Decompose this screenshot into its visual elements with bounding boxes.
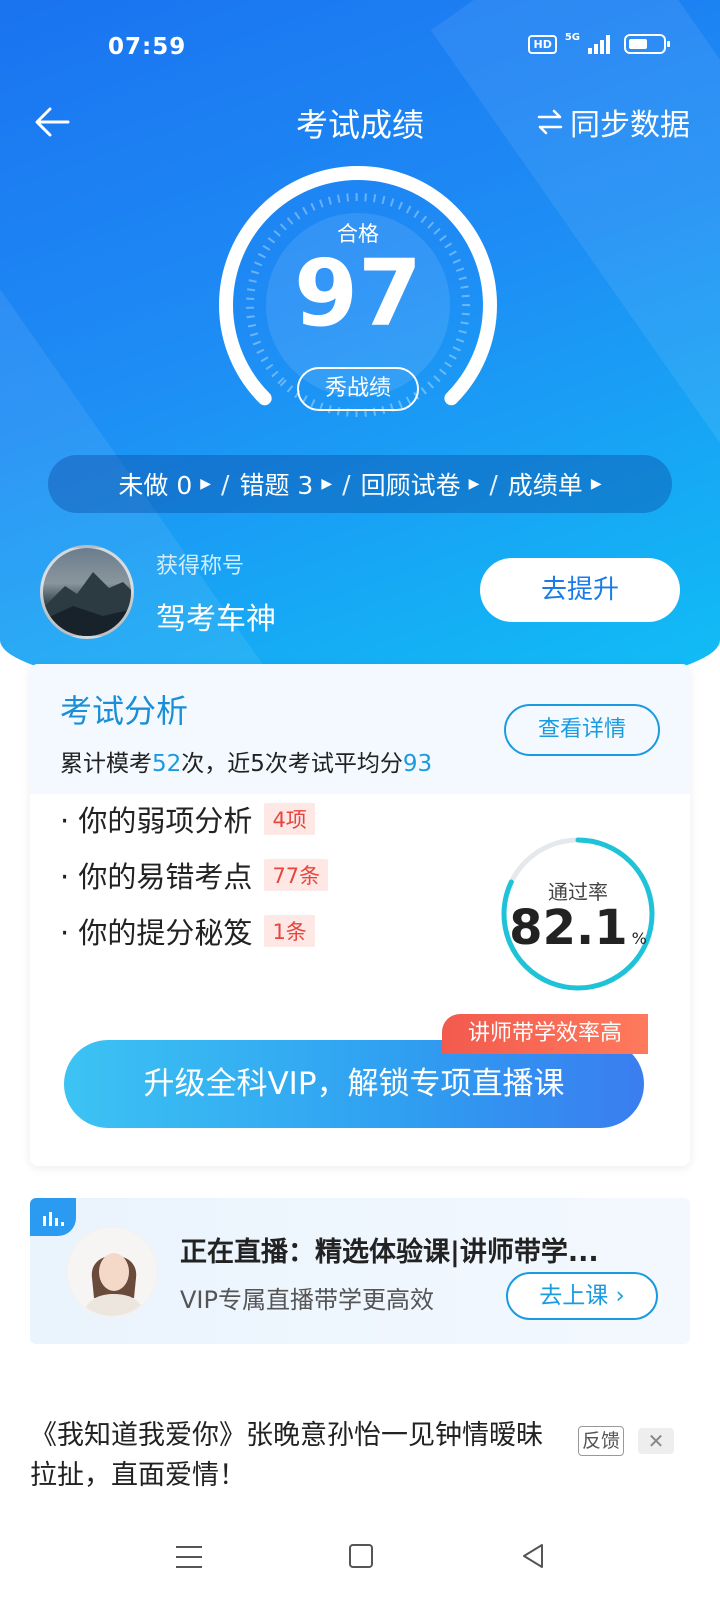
status-icons: HD 5G xyxy=(528,31,670,54)
sync-icon xyxy=(537,109,563,135)
divider: / xyxy=(489,469,498,499)
home-icon[interactable] xyxy=(349,1544,373,1568)
item-badge: 1条 xyxy=(264,915,315,947)
instructor-image xyxy=(68,1228,156,1316)
network-type: 5G xyxy=(564,31,580,43)
top-bar: 考试成绩 同步数据 xyxy=(0,92,720,152)
item-badge: 4项 xyxy=(264,803,315,835)
avatar[interactable] xyxy=(40,545,134,639)
sync-data-button[interactable]: 同步数据 xyxy=(536,100,690,144)
ad-text[interactable]: 《我知道我爱你》张晚意孙怡一见钟情暧昧拉扯，直面爱情！ xyxy=(30,1416,550,1496)
divider: / xyxy=(221,469,230,499)
vip-promo-tag: 讲师带学效率高 xyxy=(442,1014,648,1054)
link-review-label: 回顾试卷 xyxy=(360,471,461,500)
list-item-tips[interactable]: · 你的提分秘笈 1条 xyxy=(60,910,315,952)
list-item-weakness[interactable]: · 你的弱项分析 4项 xyxy=(60,798,315,840)
link-wrong-label: 错题 3 xyxy=(239,471,314,500)
sync-label: 同步数据 xyxy=(570,108,690,143)
view-details-button[interactable]: 查看详情 xyxy=(504,704,660,756)
hd-icon: HD xyxy=(528,34,557,54)
back-triangle-icon[interactable] xyxy=(520,1542,546,1570)
item-badge: 77条 xyxy=(264,859,329,891)
signal-icon xyxy=(588,34,610,54)
pass-rate-unit: % xyxy=(631,929,647,948)
menu-icon[interactable] xyxy=(176,1546,202,1568)
analysis-title: 考试分析 xyxy=(60,692,189,730)
live-subtitle: VIP专属直播带学更高效 xyxy=(180,1286,434,1314)
battery-icon xyxy=(624,34,670,54)
play-arrow-icon: ▶ xyxy=(590,476,602,492)
live-course-banner[interactable]: 正在直播：精选体验课|讲师带学... VIP专属直播带学更高效 去上课 › xyxy=(30,1198,690,1344)
analysis-summary: 累计模考52次，近5次考试平均分93 xyxy=(60,744,432,778)
average-score: 93 xyxy=(402,751,433,777)
chevron-right-icon: › xyxy=(615,1283,625,1309)
link-report[interactable]: 成绩单 ▶ xyxy=(500,466,610,502)
status-bar: 07:59 HD 5G xyxy=(0,0,720,96)
link-undone[interactable]: 未做 0 ▶ xyxy=(110,466,219,502)
list-item-error-points[interactable]: · 你的易错考点 77条 xyxy=(60,854,329,896)
feedback-button[interactable]: 反馈 xyxy=(578,1426,624,1456)
live-title: 正在直播：精选体验课|讲师带学... xyxy=(180,1237,599,1268)
status-time: 07:59 xyxy=(108,34,187,60)
go-to-class-label: 去上课 xyxy=(539,1283,609,1309)
show-score-button[interactable]: 秀战绩 xyxy=(297,367,419,411)
pass-rate-number: 82.1 xyxy=(509,900,628,956)
summary-middle: 次，近5次考试平均分 xyxy=(181,751,403,777)
item-label: · 你的弱项分析 xyxy=(60,804,253,838)
link-undone-label: 未做 0 xyxy=(118,471,193,500)
instructor-avatar xyxy=(66,1226,158,1318)
play-arrow-icon: ▶ xyxy=(200,476,212,492)
item-label: · 你的提分秘笈 xyxy=(60,916,253,950)
link-report-label: 成绩单 xyxy=(507,471,583,500)
result-links: 未做 0 ▶ / 错题 3 ▶ / 回顾试卷 ▶ / 成绩单 ▶ xyxy=(48,455,672,513)
title-label: 获得称号 xyxy=(156,554,245,579)
link-wrong[interactable]: 错题 3 ▶ xyxy=(231,466,340,502)
link-review[interactable]: 回顾试卷 ▶ xyxy=(353,466,488,502)
analysis-header: 考试分析 累计模考52次，近5次考试平均分93 查看详情 xyxy=(30,664,690,794)
item-label: · 你的易错考点 xyxy=(60,860,253,894)
close-ad-button[interactable]: ✕ xyxy=(638,1428,674,1454)
summary-prefix: 累计模考 xyxy=(60,751,152,777)
improve-button[interactable]: 去提升 xyxy=(480,558,680,622)
go-to-class-button[interactable]: 去上课 › xyxy=(506,1272,658,1320)
live-bars-icon xyxy=(30,1198,76,1236)
score-value: 97 xyxy=(293,240,423,347)
pass-rate-value: 82.1% xyxy=(498,900,658,956)
play-arrow-icon: ▶ xyxy=(321,476,333,492)
play-arrow-icon: ▶ xyxy=(468,476,480,492)
title-value: 驾考车神 xyxy=(156,602,276,637)
exam-count: 52 xyxy=(152,751,182,777)
divider: / xyxy=(342,469,351,499)
analysis-card: 考试分析 累计模考52次，近5次考试平均分93 查看详情 · 你的弱项分析 4项… xyxy=(30,664,690,1166)
system-nav-bar xyxy=(0,1520,720,1600)
